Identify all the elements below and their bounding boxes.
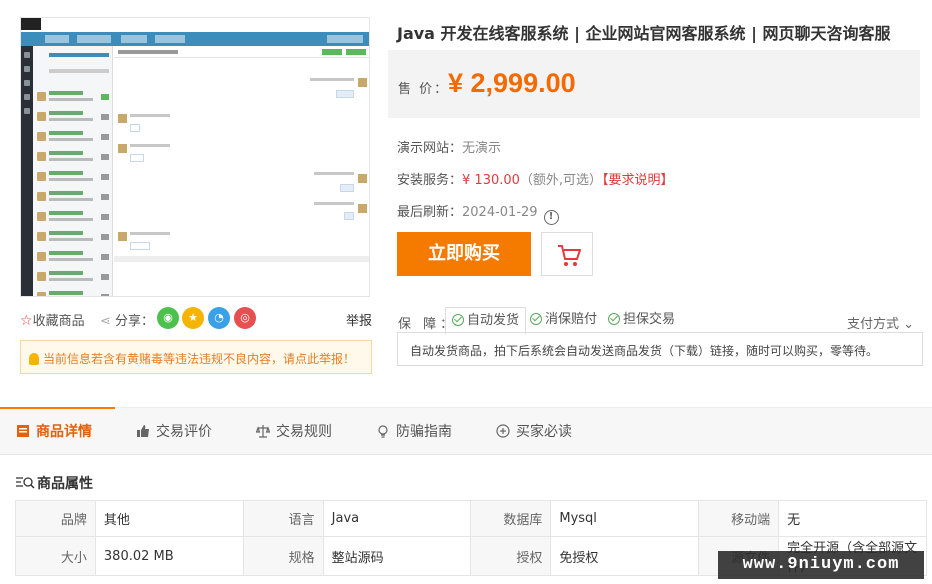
attr-key: 语言 <box>242 500 324 537</box>
install-requirements-link[interactable]: 【要求说明】 <box>602 173 674 188</box>
attr-value: Mysql <box>550 500 700 537</box>
report-link[interactable]: 举报 <box>346 310 372 329</box>
guarantee-auto-delivery[interactable]: 自动发货 <box>445 307 527 335</box>
preview-sidebar <box>21 46 33 296</box>
attr-key: 授权 <box>470 536 552 576</box>
preview-nav <box>21 32 369 46</box>
guarantee-compensation[interactable]: 消保赔付 <box>524 307 603 335</box>
attr-value: 其他 <box>94 500 244 537</box>
star-icon: ☆ <box>20 313 33 329</box>
attr-value: 整站源码 <box>322 536 472 576</box>
last-refresh-label: 最后刷新： <box>397 205 463 220</box>
check-icon <box>530 313 542 325</box>
attr-value: 无 <box>778 500 927 537</box>
qzone-icon[interactable]: ★ <box>182 307 204 329</box>
install-service-row: 安装服务：¥ 130.00（额外,可选）【要求说明】 <box>397 169 674 188</box>
favorite-button[interactable]: ☆收藏商品 <box>20 310 85 329</box>
share-label: 分享： <box>115 314 155 329</box>
info-icon[interactable]: ! <box>543 210 559 225</box>
active-tab-indicator <box>0 407 115 409</box>
install-service-price: ¥ 130.00 <box>462 173 520 188</box>
preview-logo <box>21 18 41 30</box>
tab-reviews[interactable]: 交易评价 <box>136 408 212 456</box>
guarantee-row: 保 障： 自动发货 消保赔付 担保交易 支付方式 ⌄ <box>388 307 920 335</box>
attr-key: 规格 <box>242 536 324 576</box>
tab-label: 交易评价 <box>156 424 212 440</box>
install-service-note: （额外,可选） <box>519 173 603 188</box>
attr-value: 380.02 MB <box>94 536 244 576</box>
attributes-title: 商品属性 <box>15 473 93 493</box>
tab-anti-fraud[interactable]: 防骗指南 <box>376 408 452 456</box>
guarantee-escrow[interactable]: 担保交易 <box>602 307 681 335</box>
tab-label: 商品详情 <box>36 424 92 440</box>
preview-visitor-list <box>33 46 113 296</box>
detail-tabs: 商品详情 交易评价 交易规则 防骗指南 买家必读 <box>0 407 932 455</box>
guarantee-item-label: 担保交易 <box>623 312 676 327</box>
tab-details[interactable]: 商品详情 <box>16 408 92 456</box>
lightbulb-icon <box>29 353 39 365</box>
attr-value: 免授权 <box>550 536 700 576</box>
price-label: 售 价： <box>398 82 450 97</box>
demo-site-label: 演示网站： <box>397 141 463 156</box>
share-icon: ⋖ <box>100 314 111 329</box>
lightbulb-icon <box>378 425 388 438</box>
attr-key: 数据库 <box>470 500 552 537</box>
payment-methods-label: 支付方式 <box>846 317 899 332</box>
add-to-cart-button[interactable] <box>541 232 593 276</box>
check-icon <box>452 314 464 326</box>
tab-label: 防骗指南 <box>396 424 452 440</box>
thumbs-up-icon <box>137 425 149 437</box>
weibo-icon[interactable]: ◎ <box>234 307 256 329</box>
demo-site-value: 无演示 <box>462 141 502 156</box>
tab-buyer-notes[interactable]: 买家必读 <box>496 408 572 456</box>
attr-key: 大小 <box>15 536 96 576</box>
attributes-title-text: 商品属性 <box>37 476 93 492</box>
scale-icon <box>256 425 270 438</box>
plus-circle-icon <box>496 424 510 438</box>
attr-key: 品牌 <box>15 500 96 537</box>
guarantee-item-label: 消保赔付 <box>545 312 598 327</box>
attr-value: Java <box>322 500 472 537</box>
notice-text: 当前信息若含有黄赌毒等违法违规不良内容，请点此举报！ <box>43 352 356 366</box>
install-service-label: 安装服务： <box>397 173 463 188</box>
price-box: 售 价： ¥ 2,999.00 <box>388 50 920 118</box>
attr-key: 移动端 <box>698 500 780 537</box>
document-icon <box>17 425 29 437</box>
price-value: ¥ 2,999.00 <box>448 68 576 98</box>
chevron-down-icon: ⌄ <box>898 317 914 332</box>
share-row: ☆收藏商品 ⋖ 分享： ◉ ★ ◔ ◎ 举报 <box>20 307 372 331</box>
tab-label: 买家必读 <box>516 424 572 440</box>
wechat-icon[interactable]: ◉ <box>157 307 179 329</box>
tab-label: 交易规则 <box>276 424 332 440</box>
preview-chat-panel <box>114 46 369 296</box>
table-row: 品牌 其他 语言 Java 数据库 Mysql 移动端 无 <box>15 500 927 537</box>
guarantee-description: 自动发货商品，拍下后系统会自动发送商品发货（下载）链接，随时可以购买，零等待。 <box>397 332 923 366</box>
payment-methods-dropdown[interactable]: 支付方式 ⌄ <box>847 313 914 332</box>
last-refresh-value: 2024-01-29 <box>462 205 538 220</box>
demo-site-row: 演示网站：无演示 <box>397 137 501 156</box>
favorite-label: 收藏商品 <box>32 314 85 329</box>
preview-topbar <box>21 18 369 32</box>
last-refresh-row: 最后刷新：2024-01-29! <box>397 201 559 225</box>
site-watermark: www.9niuym.com <box>718 551 924 579</box>
report-notice[interactable]: 当前信息若含有黄赌毒等违法违规不良内容，请点此举报！ <box>20 340 372 374</box>
qq-icon[interactable]: ◔ <box>208 307 230 329</box>
check-icon <box>608 313 620 325</box>
magnifier-list-icon <box>16 477 35 489</box>
buy-now-button[interactable]: 立即购买 <box>397 232 531 276</box>
product-preview-image[interactable] <box>20 17 370 297</box>
product-title: Java 开发在线客服系统 | 企业网站官网客服系统 | 网页聊天咨询客服 <box>397 24 891 43</box>
tab-rules[interactable]: 交易规则 <box>256 408 332 456</box>
guarantee-item-label: 自动发货 <box>467 313 520 328</box>
cart-icon <box>558 245 581 266</box>
share-label-wrap: ⋖ 分享： <box>100 310 154 329</box>
